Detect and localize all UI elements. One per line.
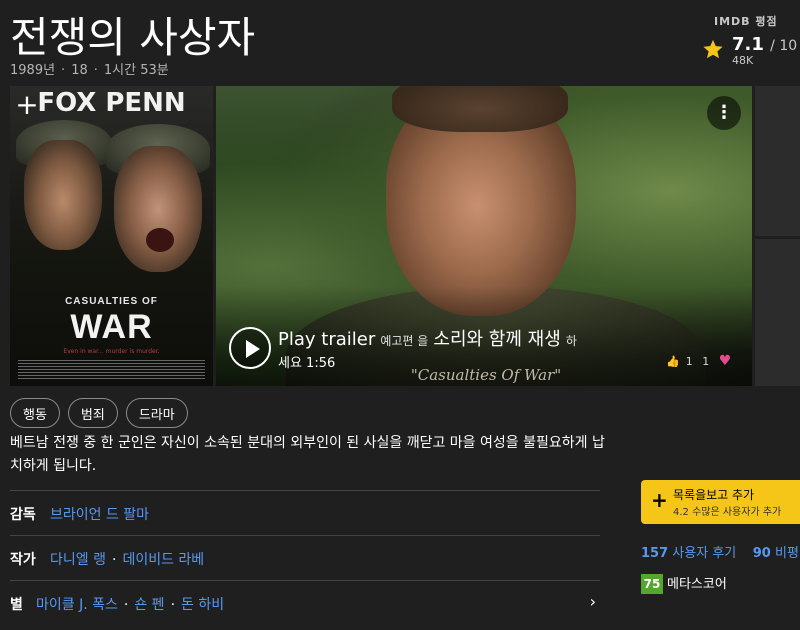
- stars-row[interactable]: 별 마이클 J. 폭스 · 숀 펜 · 돈 하비 ›: [10, 580, 600, 625]
- star-icon: [703, 39, 723, 59]
- trailer-duration: 세요 1:56: [278, 356, 336, 371]
- movie-poster[interactable]: FOX PENN CASUALTIES OF WAR Even in war..…: [10, 86, 213, 386]
- writer-link[interactable]: 데이비드 라베: [122, 552, 204, 568]
- genre-chip[interactable]: 행동: [10, 398, 60, 428]
- play-trailer-button[interactable]: [229, 327, 271, 369]
- play-trailer-link[interactable]: Play trailer 예고편 을 소리와 함께 재생 하: [278, 325, 658, 351]
- metascore-label: 메타스코어: [667, 577, 727, 592]
- trailer-label-2: 소리와 함께 재생: [433, 329, 561, 350]
- rating-count: 48K: [732, 54, 754, 67]
- release-year[interactable]: 1989년: [10, 63, 55, 78]
- trailer-label-small-2: 하: [565, 334, 577, 348]
- chevron-right-icon[interactable]: ›: [590, 592, 596, 611]
- trailer-label: Play trailer: [278, 329, 376, 350]
- video-subtitle: "Casualties Of War": [410, 366, 562, 384]
- review-stats: 157 사용자 후기 90 비평: [641, 542, 799, 561]
- page-title: 전쟁의 사상자: [10, 13, 256, 62]
- add-to-watchlist-icon[interactable]: +: [12, 90, 42, 120]
- dislike-count: 1: [702, 355, 710, 368]
- writer-link[interactable]: 다니엘 랭: [50, 552, 106, 568]
- genre-chip[interactable]: 드라마: [125, 398, 188, 428]
- poster-credits: [18, 360, 205, 380]
- add-to-watchlist-button[interactable]: + 목록을보고 추가 4.2 수많은 사용자가 추가: [641, 480, 800, 524]
- user-reviews-link[interactable]: 157 사용자 후기: [641, 546, 736, 561]
- poster-face-right: [114, 146, 202, 272]
- age-rating[interactable]: 18: [71, 63, 88, 78]
- genre-chips: 행동 범죄 드라마: [10, 398, 188, 428]
- trailer-label-small: 예고편 을: [380, 334, 429, 348]
- heart-icon[interactable]: ♥: [719, 353, 732, 369]
- metascore-value: 75: [641, 574, 663, 594]
- reactions: 👍 1 1 ♥: [666, 353, 737, 371]
- genre-chip[interactable]: 범죄: [67, 398, 118, 428]
- writers-row: 작가 다니엘 랭 · 데이비드 라베: [10, 535, 600, 580]
- side-media-thumb-bottom[interactable]: [755, 239, 800, 386]
- stars-label: 별: [10, 597, 23, 613]
- plus-icon: +: [651, 488, 668, 512]
- title-meta: 1989년 · 18 · 1시간 53분: [10, 63, 169, 78]
- video-hair: [392, 86, 568, 132]
- like-count: 1: [685, 355, 693, 368]
- poster-casualties: CASUALTIES OF: [65, 296, 158, 307]
- director-link[interactable]: 브라이언 드 팔마: [50, 507, 149, 523]
- plot-summary: 베트남 전쟁 중 한 군인은 자신이 소속된 분대의 외부인이 된 사실을 깨닫…: [10, 435, 605, 474]
- play-icon: [246, 340, 260, 358]
- more-options-button[interactable]: ⋮: [707, 96, 741, 130]
- poster-war: WAR: [70, 308, 153, 346]
- writer-label: 작가: [10, 552, 36, 568]
- metascore[interactable]: 75 메타스코어: [641, 573, 727, 594]
- rating-max: / 10: [770, 38, 798, 54]
- runtime: 1시간 53분: [103, 63, 169, 78]
- star-link[interactable]: 마이클 J. 폭스: [36, 597, 118, 613]
- side-media-thumb-top[interactable]: [755, 86, 800, 236]
- star-link[interactable]: 돈 하비: [181, 597, 224, 613]
- director-row: 감독 브라이언 드 팔마: [10, 490, 600, 535]
- poster-face-left: [24, 140, 102, 250]
- director-label: 감독: [10, 507, 36, 523]
- rating-score: 7.1: [732, 34, 764, 55]
- watchlist-label: 목록을보고 추가: [673, 488, 755, 502]
- star-link[interactable]: 숀 펜: [134, 597, 164, 613]
- like-icon[interactable]: 👍: [666, 355, 680, 368]
- watchlist-count: 4.2 수많은 사용자가 추가: [673, 507, 782, 518]
- critic-reviews-link[interactable]: 90 비평: [753, 546, 799, 561]
- poster-mouth: [146, 228, 174, 252]
- poster-tagline: Even in war... murder is murder.: [63, 348, 160, 355]
- imdb-rating-label: IMDB 평점: [714, 15, 778, 28]
